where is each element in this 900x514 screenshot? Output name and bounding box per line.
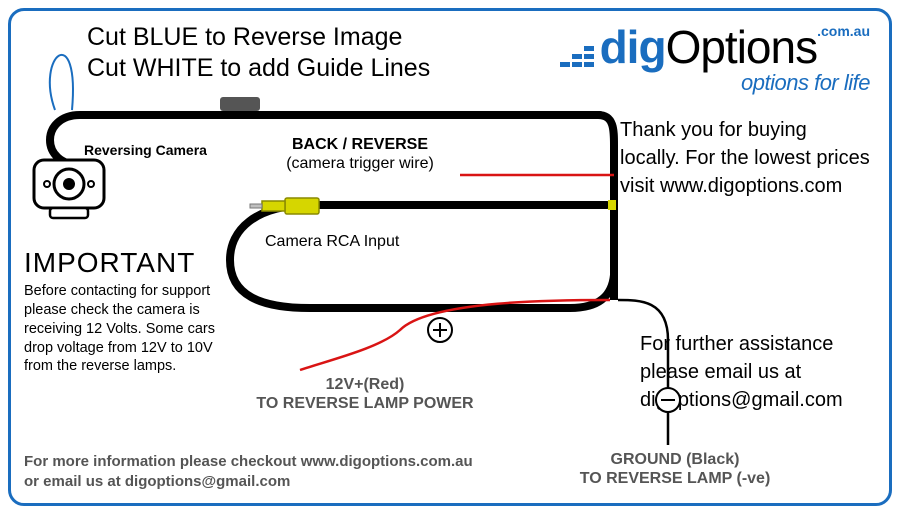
- assistance-text: For further assistance please email us a…: [640, 330, 870, 414]
- footer-line-2: or email us at digoptions@gmail.com: [24, 472, 473, 492]
- label-12v-power: 12V+(Red) TO REVERSE LAMP POWER: [255, 375, 475, 413]
- logo-bars-icon: [560, 42, 594, 76]
- label-rca-input: Camera RCA Input: [265, 232, 399, 251]
- important-body: Before contacting for support please che…: [24, 282, 239, 376]
- thankyou-text: Thank you for buying locally. For the lo…: [620, 116, 870, 200]
- important-heading: IMPORTANT: [24, 247, 195, 279]
- footer-line-1: For more information please checkout www…: [24, 452, 473, 472]
- logo-domain: .com.au: [817, 23, 870, 39]
- logo-wordmark: digOptions.com.au: [560, 24, 870, 76]
- brand-logo: digOptions.com.au options for life: [560, 24, 870, 94]
- logo-options: Options: [666, 21, 818, 73]
- label-back-reverse-title: BACK / REVERSE: [292, 136, 428, 153]
- label-12v: 12V+(Red): [326, 376, 405, 393]
- label-trigger-wire: (camera trigger wire): [286, 155, 434, 172]
- footer-info: For more information please checkout www…: [24, 452, 473, 493]
- label-12v-sub: TO REVERSE LAMP POWER: [256, 395, 473, 412]
- label-ground-sub: TO REVERSE LAMP (-ve): [580, 470, 771, 487]
- label-back-reverse: BACK / REVERSE (camera trigger wire): [270, 135, 450, 173]
- instruction-line-1: Cut BLUE to Reverse Image: [87, 22, 430, 53]
- label-ground: GROUND (Black) TO REVERSE LAMP (-ve): [565, 450, 785, 488]
- label-ground-title: GROUND (Black): [611, 451, 740, 468]
- instruction-line-2: Cut WHITE to add Guide Lines: [87, 53, 430, 84]
- label-reversing-camera: Reversing Camera: [84, 142, 207, 159]
- logo-dig: dig: [600, 21, 666, 73]
- wire-cut-instructions: Cut BLUE to Reverse Image Cut WHITE to a…: [87, 22, 430, 85]
